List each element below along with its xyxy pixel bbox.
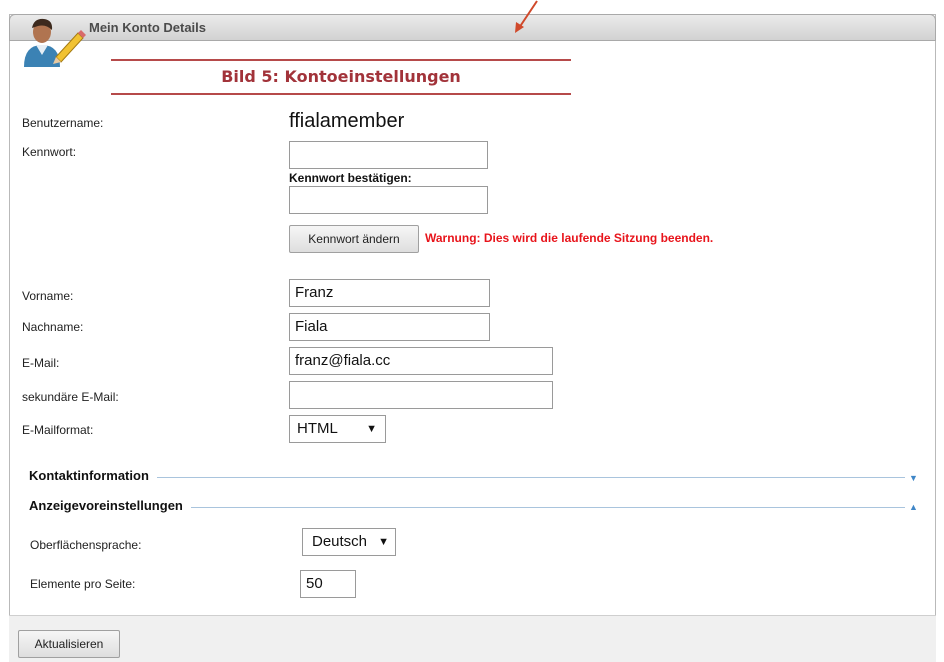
lastname-label: Nachname: — [22, 320, 84, 334]
figure-caption-banner: Bild 5: Kontoeinstellungen — [111, 59, 571, 95]
secondary-email-label: sekundäre E-Mail: — [22, 390, 119, 404]
confirm-password-label: Kennwort bestätigen: — [289, 171, 412, 185]
ui-language-select[interactable]: Deutsch ▼ — [302, 528, 396, 556]
form-footer — [9, 615, 936, 662]
items-per-page-label: Elemente pro Seite: — [30, 577, 136, 591]
dropdown-arrow-icon: ▼ — [366, 423, 377, 435]
confirm-password-input[interactable] — [289, 186, 488, 214]
username-label: Benutzername: — [22, 116, 104, 130]
figure-caption: Bild 5: Kontoeinstellungen — [221, 67, 461, 86]
user-edit-icon — [24, 18, 86, 67]
dropdown-arrow-icon: ▼ — [378, 536, 389, 548]
expand-arrow-icon[interactable]: ▼ — [909, 473, 918, 483]
red-arrow-icon — [515, 0, 538, 33]
contact-section-header[interactable]: Kontaktinformation — [29, 468, 157, 483]
email-format-label: E-Mailformat: — [22, 423, 94, 437]
email-format-value: HTML — [297, 420, 338, 437]
update-button[interactable]: Aktualisieren — [18, 630, 120, 658]
email-input[interactable]: franz@fiala.cc — [289, 347, 553, 375]
contact-section-rule — [29, 477, 905, 478]
display-section-header[interactable]: Anzeigevoreinstellungen — [29, 498, 191, 513]
items-per-page-input[interactable]: 50 — [300, 570, 356, 598]
ui-language-value: Deutsch — [312, 533, 368, 550]
firstname-label: Vorname: — [22, 289, 74, 303]
username-value: ffialamember — [289, 110, 405, 132]
collapse-arrow-icon[interactable]: ▲ — [909, 502, 918, 512]
email-format-select[interactable]: HTML ▼ — [289, 415, 386, 443]
password-label: Kennwort: — [22, 145, 77, 159]
email-label: E-Mail: — [22, 356, 60, 370]
password-input[interactable] — [289, 141, 488, 169]
warning-text: Warnung: Dies wird die laufende Sitzung … — [425, 231, 714, 245]
secondary-email-input[interactable] — [289, 381, 553, 409]
firstname-input[interactable]: Franz — [289, 279, 490, 307]
panel-title: Mein Konto Details — [89, 20, 207, 35]
change-password-button[interactable]: Kennwort ändern — [289, 225, 419, 253]
ui-language-label: Oberflächensprache: — [30, 538, 142, 552]
lastname-input[interactable]: Fiala — [289, 313, 490, 341]
